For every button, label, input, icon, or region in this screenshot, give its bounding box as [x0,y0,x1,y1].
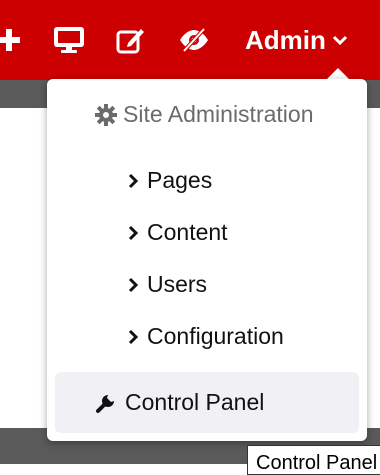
edit-icon [116,29,144,54]
chevron-right-icon [128,173,139,188]
menu-item-content[interactable]: Content [127,219,228,246]
chevron-right-icon [128,329,139,344]
add-button[interactable] [0,22,22,58]
gear-icon [95,103,117,126]
menu-item-label: Users [147,271,208,297]
plus-icon [0,29,20,51]
toggle-visibility-button[interactable] [177,22,211,58]
menu-item-label: Content [147,219,228,245]
admin-dropdown-menu: Site Administration Pages Content Users … [47,79,367,441]
control-panel-tooltip: Control Panel [247,445,380,475]
menu-item-control-panel[interactable]: Control Panel [55,372,359,433]
site-administration-label: Site Administration [123,101,314,127]
chevron-down-icon [332,35,347,46]
admin-label: Admin [245,24,326,55]
menu-item-configuration[interactable]: Configuration [127,323,284,350]
menu-item-label: Pages [147,167,213,193]
control-panel-label: Control Panel [125,389,265,415]
edit-button[interactable] [115,22,147,58]
menu-item-users[interactable]: Users [127,271,207,298]
monitor-icon [54,27,84,53]
menu-item-label: Configuration [147,323,284,349]
chevron-right-icon [128,277,139,292]
preview-button[interactable] [52,22,86,58]
chevron-right-icon [128,225,139,240]
menu-item-pages[interactable]: Pages [127,167,212,194]
wrench-icon [96,394,114,413]
admin-menu-button[interactable]: Admin [245,22,348,58]
site-administration-header: Site Administration [95,101,313,128]
eye-slash-icon [180,27,208,53]
